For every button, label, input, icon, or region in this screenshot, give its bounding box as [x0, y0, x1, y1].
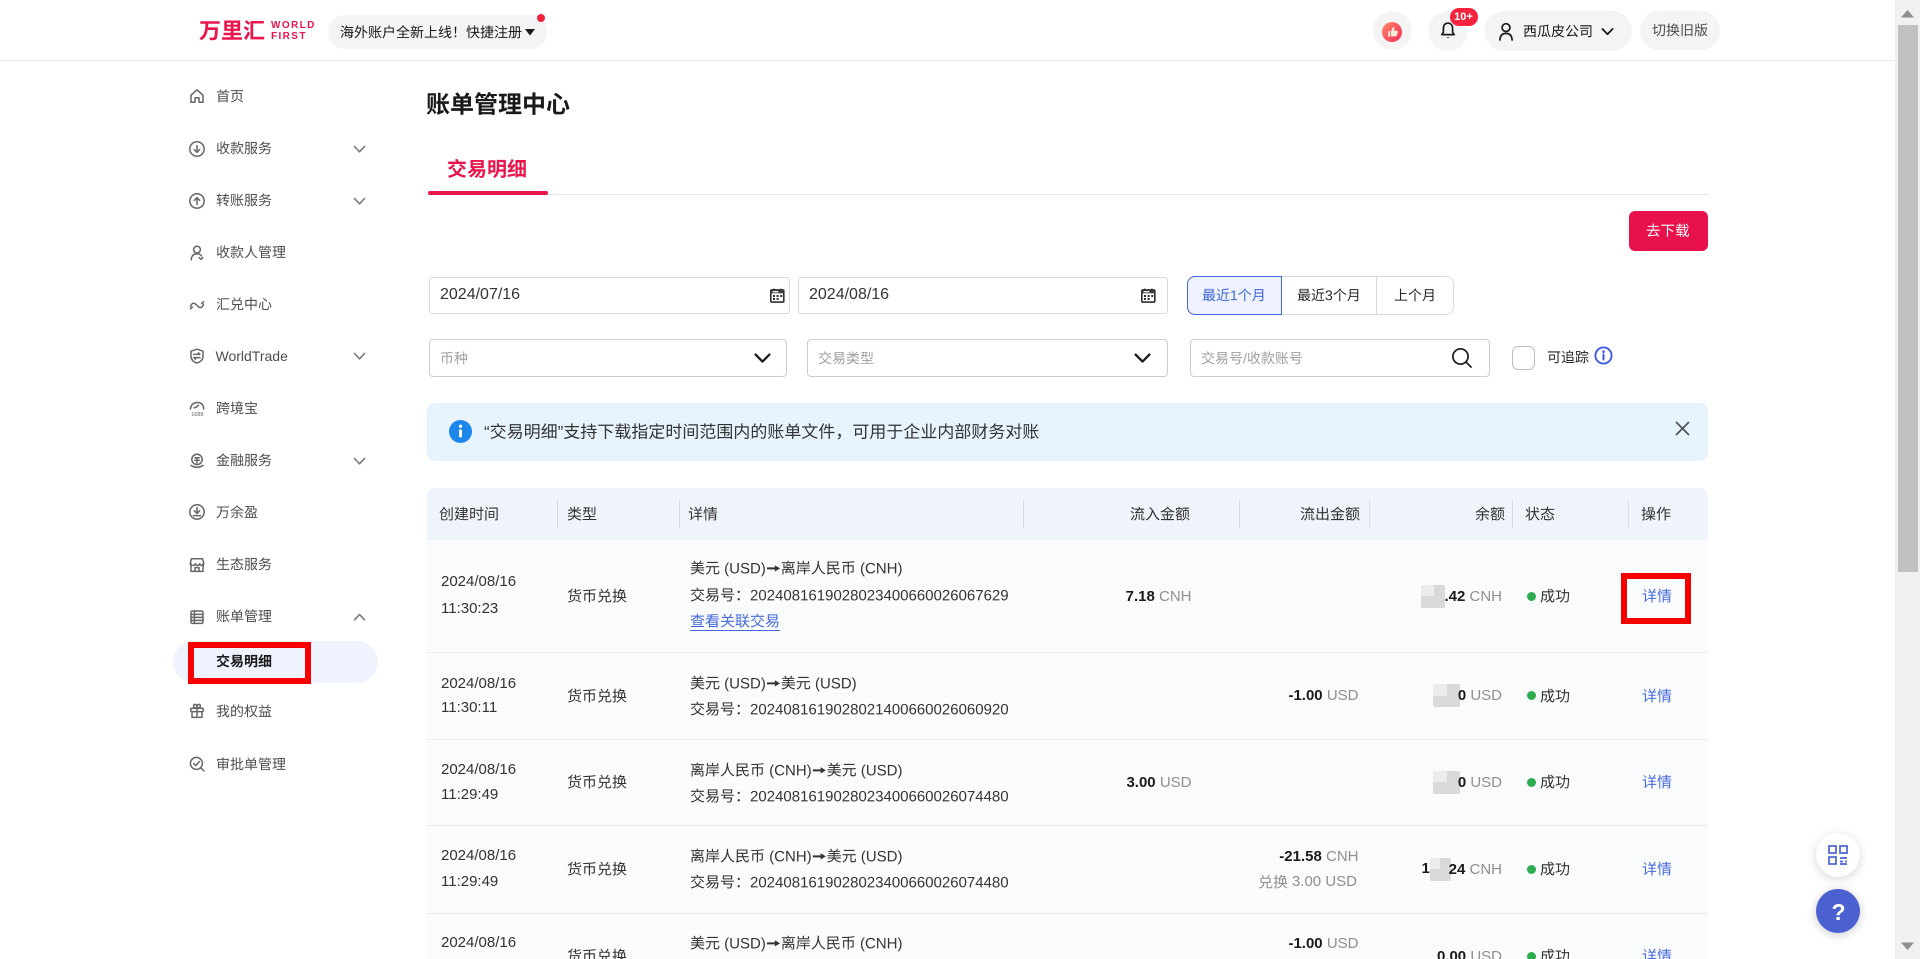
svg-text:1688: 1688	[191, 411, 203, 417]
